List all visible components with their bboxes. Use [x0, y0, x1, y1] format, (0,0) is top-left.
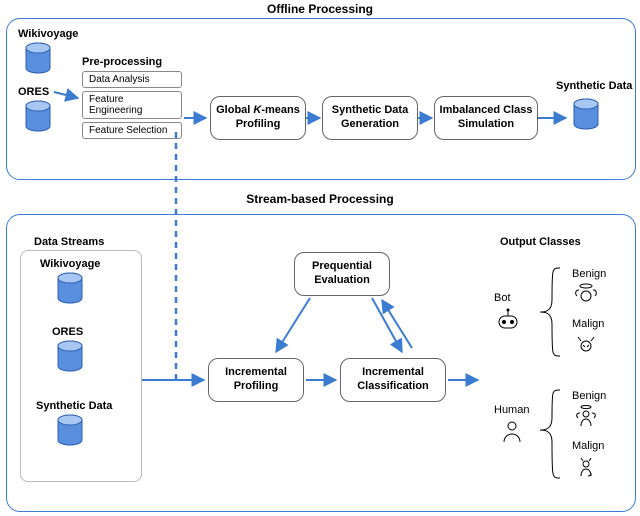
ds-ores-label: ORES	[52, 326, 83, 338]
devil-bot-icon	[574, 332, 598, 356]
db-icon	[24, 100, 52, 134]
incprof-box: Incremental Profiling	[208, 358, 304, 402]
stream-title: Stream-based Processing	[210, 192, 430, 206]
db-icon	[24, 42, 52, 76]
preproc-data-analysis: Data Analysis	[82, 71, 182, 88]
preprocessing-block: Pre-processing Data Analysis Feature Eng…	[82, 56, 182, 142]
wikivoyage-label: Wikivoyage	[18, 28, 78, 40]
ds-synth-label: Synthetic Data	[36, 400, 112, 412]
bot-label: Bot	[494, 292, 511, 304]
benign-label-human: Benign	[572, 390, 606, 402]
incclass-box: Incremental Classification	[340, 358, 446, 402]
db-icon	[56, 272, 84, 306]
db-icon	[572, 98, 600, 132]
preproc-feature-selection: Feature Selection	[82, 122, 182, 139]
benign-label: Benign	[572, 268, 606, 280]
preproc-feature-engineering: Feature Engineering	[82, 91, 182, 119]
devil-human-icon	[574, 454, 598, 478]
robot-icon	[494, 306, 522, 334]
human-icon	[498, 418, 526, 446]
angel-human-icon	[574, 404, 598, 428]
human-label: Human	[494, 404, 529, 416]
kmeans-box: Global K-meansProfiling	[210, 96, 306, 140]
preprocessing-header: Pre-processing	[82, 56, 182, 68]
angel-bot-icon	[574, 282, 598, 306]
ds-wikivoyage-label: Wikivoyage	[40, 258, 100, 270]
data-streams-header: Data Streams	[34, 236, 104, 248]
synth-out-label: Synthetic Data	[556, 80, 636, 92]
output-header: Output Classes	[500, 236, 581, 248]
offline-title: Offline Processing	[230, 2, 410, 16]
malign-label-human: Malign	[572, 440, 604, 452]
prequential-box: Prequential Evaluation	[294, 252, 390, 296]
malign-label: Malign	[572, 318, 604, 330]
imbal-box: Imbalanced Class Simulation	[434, 96, 538, 140]
ores-label: ORES	[18, 86, 49, 98]
db-icon	[56, 340, 84, 374]
db-icon	[56, 414, 84, 448]
synthgen-box: Synthetic Data Generation	[322, 96, 418, 140]
